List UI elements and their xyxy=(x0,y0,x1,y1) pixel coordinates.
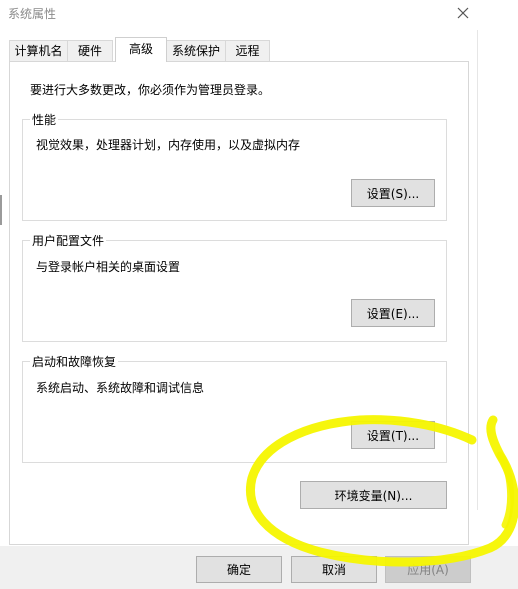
user-profiles-description: 与登录帐户相关的桌面设置 xyxy=(36,260,181,274)
close-icon xyxy=(457,7,469,19)
performance-settings-button[interactable]: 设置(S)... xyxy=(351,179,435,207)
startup-recovery-description: 系统启动、系统故障和调试信息 xyxy=(36,381,205,395)
tab-hardware[interactable]: 硬件 xyxy=(67,40,113,61)
apply-button[interactable]: 应用(A) xyxy=(385,556,471,583)
startup-recovery-settings-button[interactable]: 设置(T)... xyxy=(351,421,435,449)
user-profiles-settings-button[interactable]: 设置(E)... xyxy=(351,299,435,327)
title-bar xyxy=(0,0,518,30)
tab-advanced[interactable]: 高级 xyxy=(115,37,167,62)
tab-system-protection[interactable]: 系统保护 xyxy=(166,40,226,61)
tab-remote[interactable]: 远程 xyxy=(225,40,270,61)
cancel-button[interactable]: 取消 xyxy=(291,556,377,583)
ok-button[interactable]: 确定 xyxy=(196,556,282,583)
environment-variables-button[interactable]: 环境变量(N)... xyxy=(300,481,447,509)
tab-computer-name[interactable]: 计算机名 xyxy=(9,40,68,61)
window-title: 系统属性 xyxy=(8,7,57,21)
admin-note: 要进行大多数更改，你必须作为管理员登录。 xyxy=(30,83,271,97)
startup-recovery-title: 启动和故障恢复 xyxy=(30,353,119,370)
divider xyxy=(477,30,478,510)
performance-title: 性能 xyxy=(30,111,59,128)
user-profiles-title: 用户配置文件 xyxy=(30,232,107,249)
close-button[interactable] xyxy=(448,0,478,26)
performance-description: 视觉效果，处理器计划，内存使用，以及虚拟内存 xyxy=(36,138,301,152)
window-edge xyxy=(0,195,2,225)
